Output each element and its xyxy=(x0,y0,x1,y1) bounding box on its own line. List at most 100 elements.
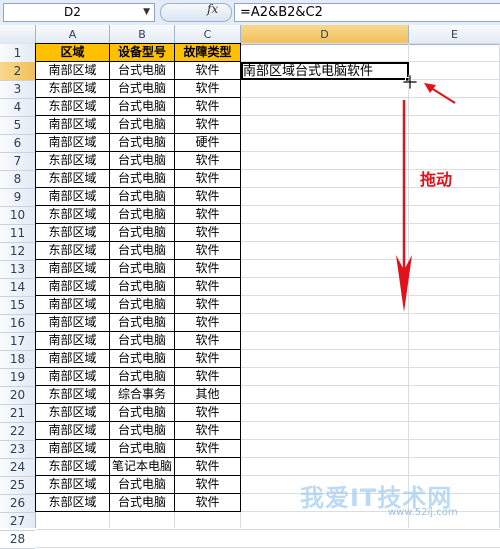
row-header-15[interactable]: 15 xyxy=(0,296,35,315)
table-cell[interactable]: 其他 xyxy=(175,386,240,403)
table-cell[interactable]: 南部区域 xyxy=(36,260,109,277)
table-header-cell[interactable]: 故障类型 xyxy=(175,44,240,61)
table-cell[interactable]: 南部区域 xyxy=(36,278,109,295)
row-header-4[interactable]: 4 xyxy=(0,98,35,117)
table-cell[interactable]: 软件 xyxy=(175,242,240,259)
table-cell[interactable]: 台式电脑 xyxy=(110,422,174,439)
table-cell[interactable]: 南部区域 xyxy=(36,332,109,349)
row-header-1[interactable]: 1 xyxy=(0,44,35,63)
row-header-19[interactable]: 19 xyxy=(0,368,35,387)
row-header-10[interactable]: 10 xyxy=(0,206,35,225)
row-header-21[interactable]: 21 xyxy=(0,404,35,423)
row-header-12[interactable]: 12 xyxy=(0,242,35,261)
table-cell[interactable]: 台式电脑 xyxy=(110,404,174,421)
column-header-b[interactable]: B xyxy=(110,25,175,44)
table-cell[interactable]: 软件 xyxy=(175,62,240,79)
table-header-cell[interactable]: 区域 xyxy=(36,44,109,61)
row-header-26[interactable]: 26 xyxy=(0,494,35,513)
table-cell[interactable]: 软件 xyxy=(175,80,240,97)
table-cell[interactable]: 东部区域 xyxy=(36,170,109,187)
formula-bar-splitter[interactable] xyxy=(160,3,232,22)
row-header-14[interactable]: 14 xyxy=(0,278,35,297)
table-cell[interactable]: 软件 xyxy=(175,98,240,115)
table-cell[interactable]: 台式电脑 xyxy=(110,170,174,187)
table-cell[interactable]: 台式电脑 xyxy=(110,62,174,79)
table-cell[interactable]: 软件 xyxy=(175,404,240,421)
table-header-cell[interactable]: 设备型号 xyxy=(110,44,174,61)
row-header-22[interactable]: 22 xyxy=(0,422,35,441)
table-cell[interactable]: 台式电脑 xyxy=(110,98,174,115)
table-cell[interactable]: 台式电脑 xyxy=(110,314,174,331)
table-cell[interactable]: 台式电脑 xyxy=(110,206,174,223)
table-cell[interactable]: 软件 xyxy=(175,476,240,493)
table-cell[interactable]: 东部区域 xyxy=(36,404,109,421)
row-header-8[interactable]: 8 xyxy=(0,170,35,189)
table-cell[interactable]: 软件 xyxy=(175,350,240,367)
formula-input[interactable]: =A2&B2&C2 xyxy=(234,3,500,22)
table-cell[interactable]: 硬件 xyxy=(175,134,240,151)
table-cell[interactable]: 软件 xyxy=(175,116,240,133)
row-header-20[interactable]: 20 xyxy=(0,386,35,405)
table-cell[interactable]: 台式电脑 xyxy=(110,494,174,511)
table-cell[interactable]: 软件 xyxy=(175,332,240,349)
table-cell[interactable]: 台式电脑 xyxy=(110,260,174,277)
table-cell[interactable]: 东部区域 xyxy=(36,98,109,115)
table-cell[interactable]: 软件 xyxy=(175,224,240,241)
select-all-corner[interactable] xyxy=(0,25,36,44)
table-cell[interactable]: 东部区域 xyxy=(36,386,109,403)
name-box[interactable]: D2 ▼ xyxy=(3,3,155,22)
column-header-c[interactable]: C xyxy=(175,25,241,44)
table-cell[interactable]: 东部区域 xyxy=(36,458,109,475)
table-cell[interactable]: 台式电脑 xyxy=(110,80,174,97)
row-header-24[interactable]: 24 xyxy=(0,458,35,477)
table-cell[interactable]: 南部区域 xyxy=(36,116,109,133)
table-cell[interactable]: 软件 xyxy=(175,422,240,439)
table-cell[interactable]: 台式电脑 xyxy=(110,224,174,241)
table-cell[interactable]: 东部区域 xyxy=(36,152,109,169)
column-header-a[interactable]: A xyxy=(36,25,110,44)
row-header-18[interactable]: 18 xyxy=(0,350,35,369)
table-cell[interactable]: 台式电脑 xyxy=(110,188,174,205)
row-header-17[interactable]: 17 xyxy=(0,332,35,351)
chevron-down-icon[interactable]: ▼ xyxy=(143,4,150,21)
row-header-3[interactable]: 3 xyxy=(0,80,35,99)
table-cell[interactable]: 东部区域 xyxy=(36,80,109,97)
table-cell[interactable]: 东部区域 xyxy=(36,494,109,511)
table-cell[interactable]: 台式电脑 xyxy=(110,116,174,133)
row-header-9[interactable]: 9 xyxy=(0,188,35,207)
row-header-7[interactable]: 7 xyxy=(0,152,35,171)
table-cell[interactable]: 软件 xyxy=(175,458,240,475)
row-header-28[interactable]: 28 xyxy=(0,530,35,549)
row-header-23[interactable]: 23 xyxy=(0,440,35,459)
table-cell[interactable]: 台式电脑 xyxy=(110,152,174,169)
row-header-2[interactable]: 2 xyxy=(0,62,35,81)
table-cell[interactable]: 软件 xyxy=(175,368,240,385)
row-header-6[interactable]: 6 xyxy=(0,134,35,153)
table-cell[interactable]: 台式电脑 xyxy=(110,134,174,151)
table-cell[interactable]: 软件 xyxy=(175,152,240,169)
table-cell[interactable]: 软件 xyxy=(175,494,240,511)
table-cell[interactable]: 南部区域 xyxy=(36,314,109,331)
table-cell[interactable]: 软件 xyxy=(175,206,240,223)
table-cell[interactable]: 软件 xyxy=(175,260,240,277)
table-cell[interactable]: 台式电脑 xyxy=(110,296,174,313)
table-cell[interactable]: 南部区域 xyxy=(36,188,109,205)
table-cell[interactable]: 台式电脑 xyxy=(110,476,174,493)
table-cell[interactable]: 软件 xyxy=(175,188,240,205)
row-header-11[interactable]: 11 xyxy=(0,224,35,243)
table-cell[interactable]: 南部区域 xyxy=(36,368,109,385)
table-cell[interactable]: 台式电脑 xyxy=(110,350,174,367)
column-header-e[interactable]: E xyxy=(409,25,500,44)
table-cell[interactable]: 软件 xyxy=(175,278,240,295)
row-header-25[interactable]: 25 xyxy=(0,476,35,495)
row-header-5[interactable]: 5 xyxy=(0,116,35,135)
table-cell[interactable]: 南部区域 xyxy=(36,422,109,439)
table-cell[interactable]: 东部区域 xyxy=(36,476,109,493)
table-cell[interactable]: 台式电脑 xyxy=(110,332,174,349)
table-cell[interactable]: 软件 xyxy=(175,314,240,331)
table-cell[interactable]: 南部区域 xyxy=(36,296,109,313)
table-cell[interactable]: 软件 xyxy=(175,296,240,313)
table-cell[interactable]: 南部区域 xyxy=(36,62,109,79)
table-cell[interactable]: 台式电脑 xyxy=(110,368,174,385)
row-header-16[interactable]: 16 xyxy=(0,314,35,333)
